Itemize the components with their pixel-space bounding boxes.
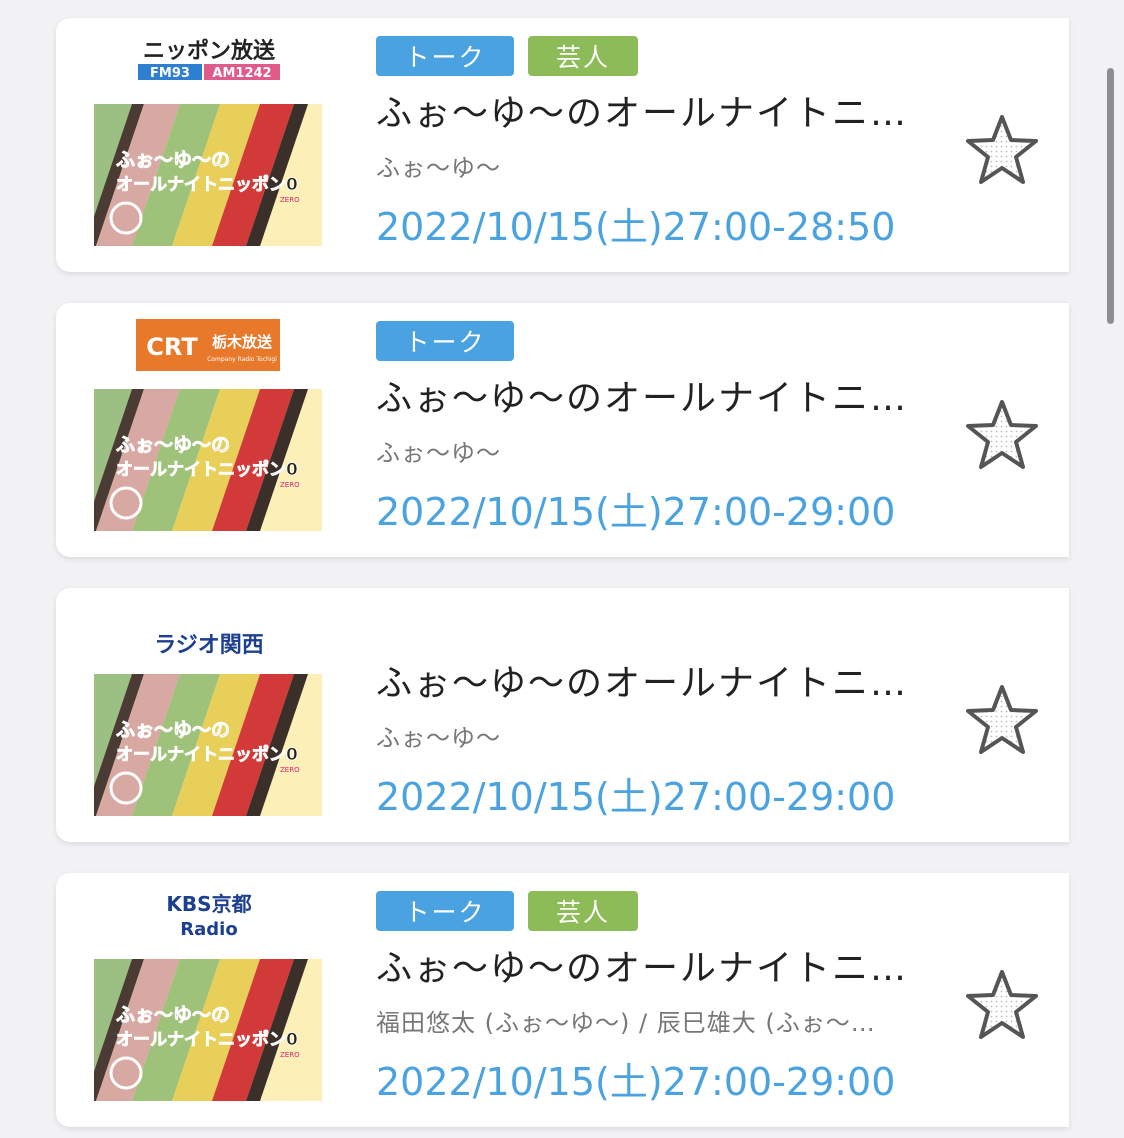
program-thumbnail: ふぉ〜ゆ〜の オールナイトニッポン0 ZERO — [94, 674, 322, 816]
station-logo: ラジオ関西 — [154, 633, 264, 658]
station-logo-text: ニッポン放送 — [143, 38, 275, 64]
station-logo: ニッポン放送 FM93 AM1242 — [138, 38, 280, 81]
station-logo-sub: Radio — [180, 919, 237, 940]
program-thumbnail: ふぉ〜ゆ〜の オールナイトニッポン0 ZERO — [94, 389, 322, 531]
tag-list: トーク 芸人 — [376, 891, 638, 931]
program-card[interactable]: KBS京都 Radio ふぉ〜ゆ〜の オールナイトニッポン0 ZERO トーク … — [56, 873, 1069, 1127]
tag-list: トーク — [376, 321, 514, 361]
station-logo-text: KBS京都 — [166, 892, 251, 916]
program-media: KBS京都 Radio ふぉ〜ゆ〜の オールナイトニッポン0 ZERO — [56, 873, 356, 1127]
program-thumbnail: ふぉ〜ゆ〜の オールナイトニッポン0 ZERO — [94, 104, 322, 246]
program-performers: ふぉ〜ゆ〜 — [376, 724, 501, 752]
program-card[interactable]: ラジオ関西 ふぉ〜ゆ〜の オールナイトニッポン0 ZERO ふぉ〜ゆ〜のオールナ… — [56, 588, 1069, 842]
thumbnail-text-top: ふぉ〜ゆ〜の — [116, 719, 230, 741]
program-performers: 福田悠太 (ふぉ〜ゆ〜) / 辰巳雄大 (ふぉ〜… — [376, 1009, 876, 1037]
program-title: ふぉ〜ゆ〜のオールナイトニ… — [376, 93, 909, 134]
station-badge-am: AM1242 — [212, 66, 271, 81]
vertical-scrollbar[interactable] — [1107, 68, 1114, 324]
program-title: ふぉ〜ゆ〜のオールナイトニ… — [376, 378, 909, 419]
star-outline-icon[interactable] — [964, 399, 1040, 471]
tag-talk[interactable]: トーク — [376, 891, 514, 931]
thumbnail-text-main: オールナイトニッポン0 — [116, 174, 298, 195]
thumbnail-text-top: ふぉ〜ゆ〜の — [116, 149, 230, 171]
thumbnail-zero-tag: ZERO — [280, 1051, 300, 1059]
program-title: ふぉ〜ゆ〜のオールナイトニ… — [376, 663, 909, 704]
tag-list: トーク 芸人 — [376, 36, 638, 76]
program-title: ふぉ〜ゆ〜のオールナイトニ… — [376, 948, 909, 989]
program-airtime: 2022/10/15(土)27:00-28:50 — [376, 205, 896, 249]
thumbnail-text-main: オールナイトニッポン0 — [116, 1029, 298, 1050]
thumbnail-text-main: オールナイトニッポン0 — [116, 744, 298, 765]
thumbnail-zero-tag: ZERO — [280, 766, 300, 774]
station-logo: CRT 栃木放送 Company Radio Tochigi — [136, 319, 280, 371]
tag-comedian[interactable]: 芸人 — [528, 891, 638, 931]
program-airtime: 2022/10/15(土)27:00-29:00 — [376, 1060, 896, 1104]
star-outline-icon[interactable] — [964, 114, 1040, 186]
program-card[interactable]: CRT 栃木放送 Company Radio Tochigi ふぉ〜ゆ〜の オー… — [56, 303, 1069, 557]
station-logo: KBS京都 Radio — [166, 892, 251, 940]
station-logo-text: CRT — [146, 333, 198, 361]
tag-comedian[interactable]: 芸人 — [528, 36, 638, 76]
program-media: ラジオ関西 ふぉ〜ゆ〜の オールナイトニッポン0 ZERO — [56, 588, 356, 842]
program-card[interactable]: ニッポン放送 FM93 AM1242 ふぉ〜ゆ〜の オールナイトニッポン0 ZE… — [56, 18, 1069, 272]
program-performers: ふぉ〜ゆ〜 — [376, 154, 501, 182]
station-logo-sub: Company Radio Tochigi — [207, 356, 277, 363]
tag-talk[interactable]: トーク — [376, 36, 514, 76]
program-list: ニッポン放送 FM93 AM1242 ふぉ〜ゆ〜の オールナイトニッポン0 ZE… — [0, 0, 1124, 1138]
program-airtime: 2022/10/15(土)27:00-29:00 — [376, 775, 896, 819]
thumbnail-zero-tag: ZERO — [280, 196, 300, 204]
program-media: ニッポン放送 FM93 AM1242 ふぉ〜ゆ〜の オールナイトニッポン0 ZE… — [56, 18, 356, 272]
thumbnail-zero-tag: ZERO — [280, 481, 300, 489]
program-thumbnail: ふぉ〜ゆ〜の オールナイトニッポン0 ZERO — [94, 959, 322, 1101]
thumbnail-text-top: ふぉ〜ゆ〜の — [116, 1004, 230, 1026]
thumbnail-text-main: オールナイトニッポン0 — [116, 459, 298, 480]
thumbnail-text-top: ふぉ〜ゆ〜の — [116, 434, 230, 456]
star-outline-icon[interactable] — [964, 969, 1040, 1041]
station-badge-fm: FM93 — [150, 66, 190, 81]
station-logo-kanji: 栃木放送 — [212, 333, 273, 351]
program-performers: ふぉ〜ゆ〜 — [376, 439, 501, 467]
station-logo-text: ラジオ関西 — [154, 633, 264, 658]
tag-talk[interactable]: トーク — [376, 321, 514, 361]
star-outline-icon[interactable] — [964, 684, 1040, 756]
program-airtime: 2022/10/15(土)27:00-29:00 — [376, 490, 896, 534]
program-media: CRT 栃木放送 Company Radio Tochigi ふぉ〜ゆ〜の オー… — [56, 303, 356, 557]
